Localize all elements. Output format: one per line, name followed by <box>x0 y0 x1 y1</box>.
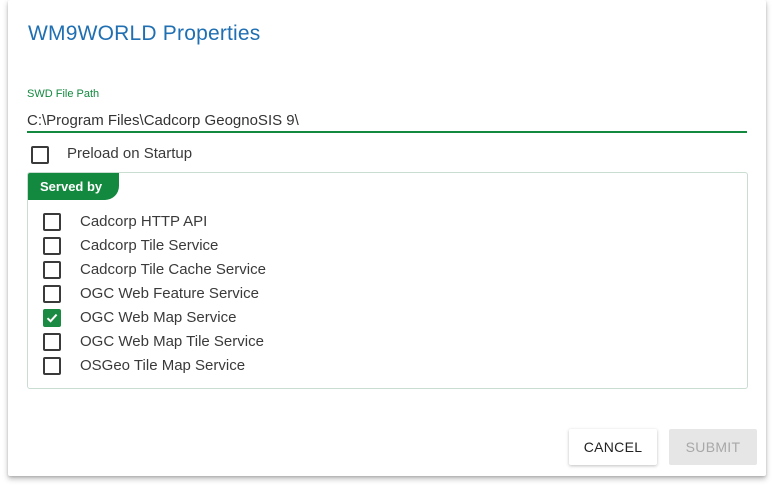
preload-label: Preload on Startup <box>67 145 193 162</box>
served-by-header: Served by <box>28 173 119 200</box>
service-label: OGC Web Map Service <box>80 309 237 326</box>
service-label: OGC Web Map Tile Service <box>80 333 264 350</box>
dialog-title: WM9WORLD Properties <box>28 22 261 45</box>
swd-file-path-label: SWD File Path <box>27 88 100 100</box>
service-checkbox-ogc-wfs[interactable] <box>43 285 61 303</box>
service-checkbox-ogc-wms[interactable] <box>43 309 61 327</box>
service-checkbox-cadcorp-tile-service[interactable] <box>43 237 61 255</box>
service-checkbox-ogc-wmts[interactable] <box>43 333 61 351</box>
service-checkbox-osgeo-tms[interactable] <box>43 357 61 375</box>
service-label: OGC Web Feature Service <box>80 285 259 302</box>
swd-file-path-input[interactable] <box>27 110 747 133</box>
service-label: Cadcorp HTTP API <box>80 213 208 230</box>
service-label: OSGeo Tile Map Service <box>80 357 246 374</box>
checkmark-icon <box>46 313 58 323</box>
preload-checkbox[interactable] <box>31 146 49 164</box>
service-label: Cadcorp Tile Service <box>80 237 219 254</box>
properties-dialog: WM9WORLD Properties SWD File Path Preloa… <box>8 0 766 476</box>
service-label: Cadcorp Tile Cache Service <box>80 261 266 278</box>
submit-button[interactable]: SUBMIT <box>669 429 757 465</box>
served-by-group: Served by Cadcorp HTTP API Cadcorp Tile … <box>27 172 748 389</box>
cancel-button[interactable]: CANCEL <box>569 429 657 465</box>
service-checkbox-cadcorp-tile-cache-service[interactable] <box>43 261 61 279</box>
service-checkbox-cadcorp-http-api[interactable] <box>43 213 61 231</box>
